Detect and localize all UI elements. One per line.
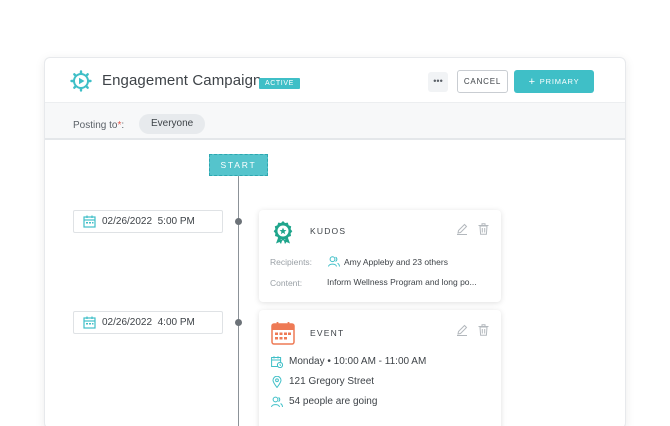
- event-location: 121 Gregory Street: [289, 376, 375, 387]
- event-day: Monday: [289, 356, 325, 367]
- date-value: 02/26/2022: [102, 216, 153, 227]
- posting-label-text: Posting to: [73, 120, 118, 131]
- date-field[interactable]: 02/26/2022 5:00 PM: [73, 210, 223, 233]
- event-card[interactable]: EVENT Monday • 10:00 AM - 11:00 AM 121 G…: [259, 310, 501, 426]
- posting-label-suffix: :: [121, 120, 125, 131]
- content-value: Inform Wellness Program and long po...: [327, 277, 477, 287]
- more-options-button[interactable]: •••: [428, 72, 448, 92]
- event-time: Monday • 10:00 AM - 11:00 AM: [289, 356, 426, 367]
- card-type-label: KUDOS: [310, 226, 347, 236]
- separator: •: [327, 356, 331, 367]
- page-title: Engagement Campaign: [102, 72, 262, 89]
- timeline-node: [235, 319, 242, 326]
- trash-icon[interactable]: [478, 223, 489, 235]
- card-type-label: EVENT: [310, 328, 345, 338]
- content-label: Content:: [270, 278, 303, 288]
- people-icon: [271, 396, 283, 408]
- event-calendar-icon: [271, 322, 295, 345]
- event-time-range: 10:00 AM - 11:00 AM: [333, 356, 427, 367]
- trash-icon[interactable]: [478, 324, 489, 336]
- pencil-icon[interactable]: [456, 223, 468, 235]
- calendar-icon: [83, 215, 96, 228]
- time-value: 5:00 PM: [157, 216, 195, 227]
- posting-label: Posting to*:: [73, 120, 124, 131]
- timeline-node: [235, 218, 242, 225]
- cancel-button[interactable]: CANCEL: [457, 70, 508, 93]
- users-icon: [328, 256, 340, 267]
- date-text: 02/26/2022 5:00 PM: [102, 211, 195, 232]
- clock-calendar-icon: [271, 356, 283, 368]
- campaign-logo-icon: [70, 70, 92, 92]
- pencil-icon[interactable]: [456, 324, 468, 336]
- recipients-label: Recipients:: [270, 257, 313, 267]
- status-badge: ACTIVE: [259, 78, 300, 89]
- recipients-value: Amy Appleby and 23 others: [344, 257, 448, 267]
- date-value: 02/26/2022: [102, 317, 153, 328]
- posting-bar: Posting to*: Everyone: [45, 102, 625, 140]
- kudos-card[interactable]: KUDOS Recipients: Amy Appleby and 23 oth…: [259, 210, 501, 302]
- location-pin-icon: [272, 376, 282, 388]
- event-attendance: 54 people are going: [289, 396, 378, 407]
- timeline-start-label: START: [209, 154, 268, 176]
- header: Engagement Campaign ACTIVE ••• CANCEL + P…: [45, 58, 625, 102]
- calendar-icon: [83, 316, 96, 329]
- award-icon: [273, 221, 293, 244]
- date-text: 02/26/2022 4:00 PM: [102, 312, 195, 333]
- primary-button-label: PRIMARY: [539, 77, 580, 86]
- time-value: 4:00 PM: [157, 317, 195, 328]
- timeline-line: [238, 176, 239, 426]
- date-field[interactable]: 02/26/2022 4:00 PM: [73, 311, 223, 334]
- primary-button[interactable]: + PRIMARY: [514, 70, 594, 93]
- campaign-panel: Engagement Campaign ACTIVE ••• CANCEL + P…: [44, 57, 626, 426]
- audience-chip[interactable]: Everyone: [139, 114, 206, 134]
- plus-icon: +: [528, 76, 536, 88]
